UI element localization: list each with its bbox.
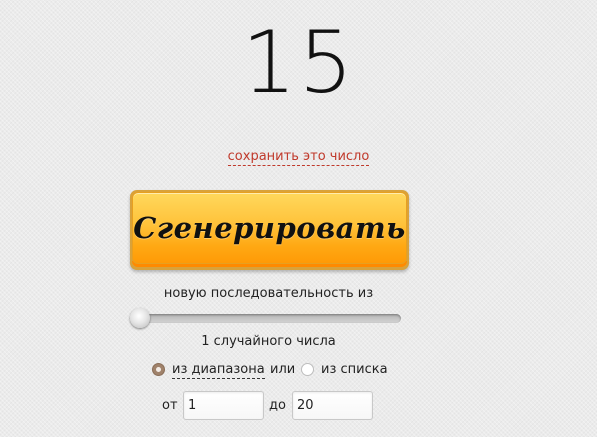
sequence-label: новую последовательность из [163,286,374,301]
from-field[interactable] [183,391,264,420]
or-label: или [270,362,296,377]
range-radio[interactable] [152,363,165,376]
range-option-label[interactable]: из диапазона [172,361,265,379]
generate-button-label: Сгенерировать [133,211,406,245]
list-option-label[interactable]: из списка [321,361,388,379]
count-slider-handle[interactable] [130,308,150,328]
list-radio[interactable] [301,363,314,376]
generate-button[interactable]: Сгенерировать [132,192,407,264]
save-number-link[interactable]: сохранить это число [227,149,370,166]
generated-number: 15 [241,13,356,113]
count-slider-track[interactable] [135,314,401,323]
generate-button-frame: Сгенерировать [130,190,409,270]
save-number-row: сохранить это число [0,147,597,167]
to-field[interactable] [292,391,373,420]
count-label: 1 случайного числа [201,334,336,349]
from-label: от [162,398,178,413]
to-label: до [269,398,286,413]
